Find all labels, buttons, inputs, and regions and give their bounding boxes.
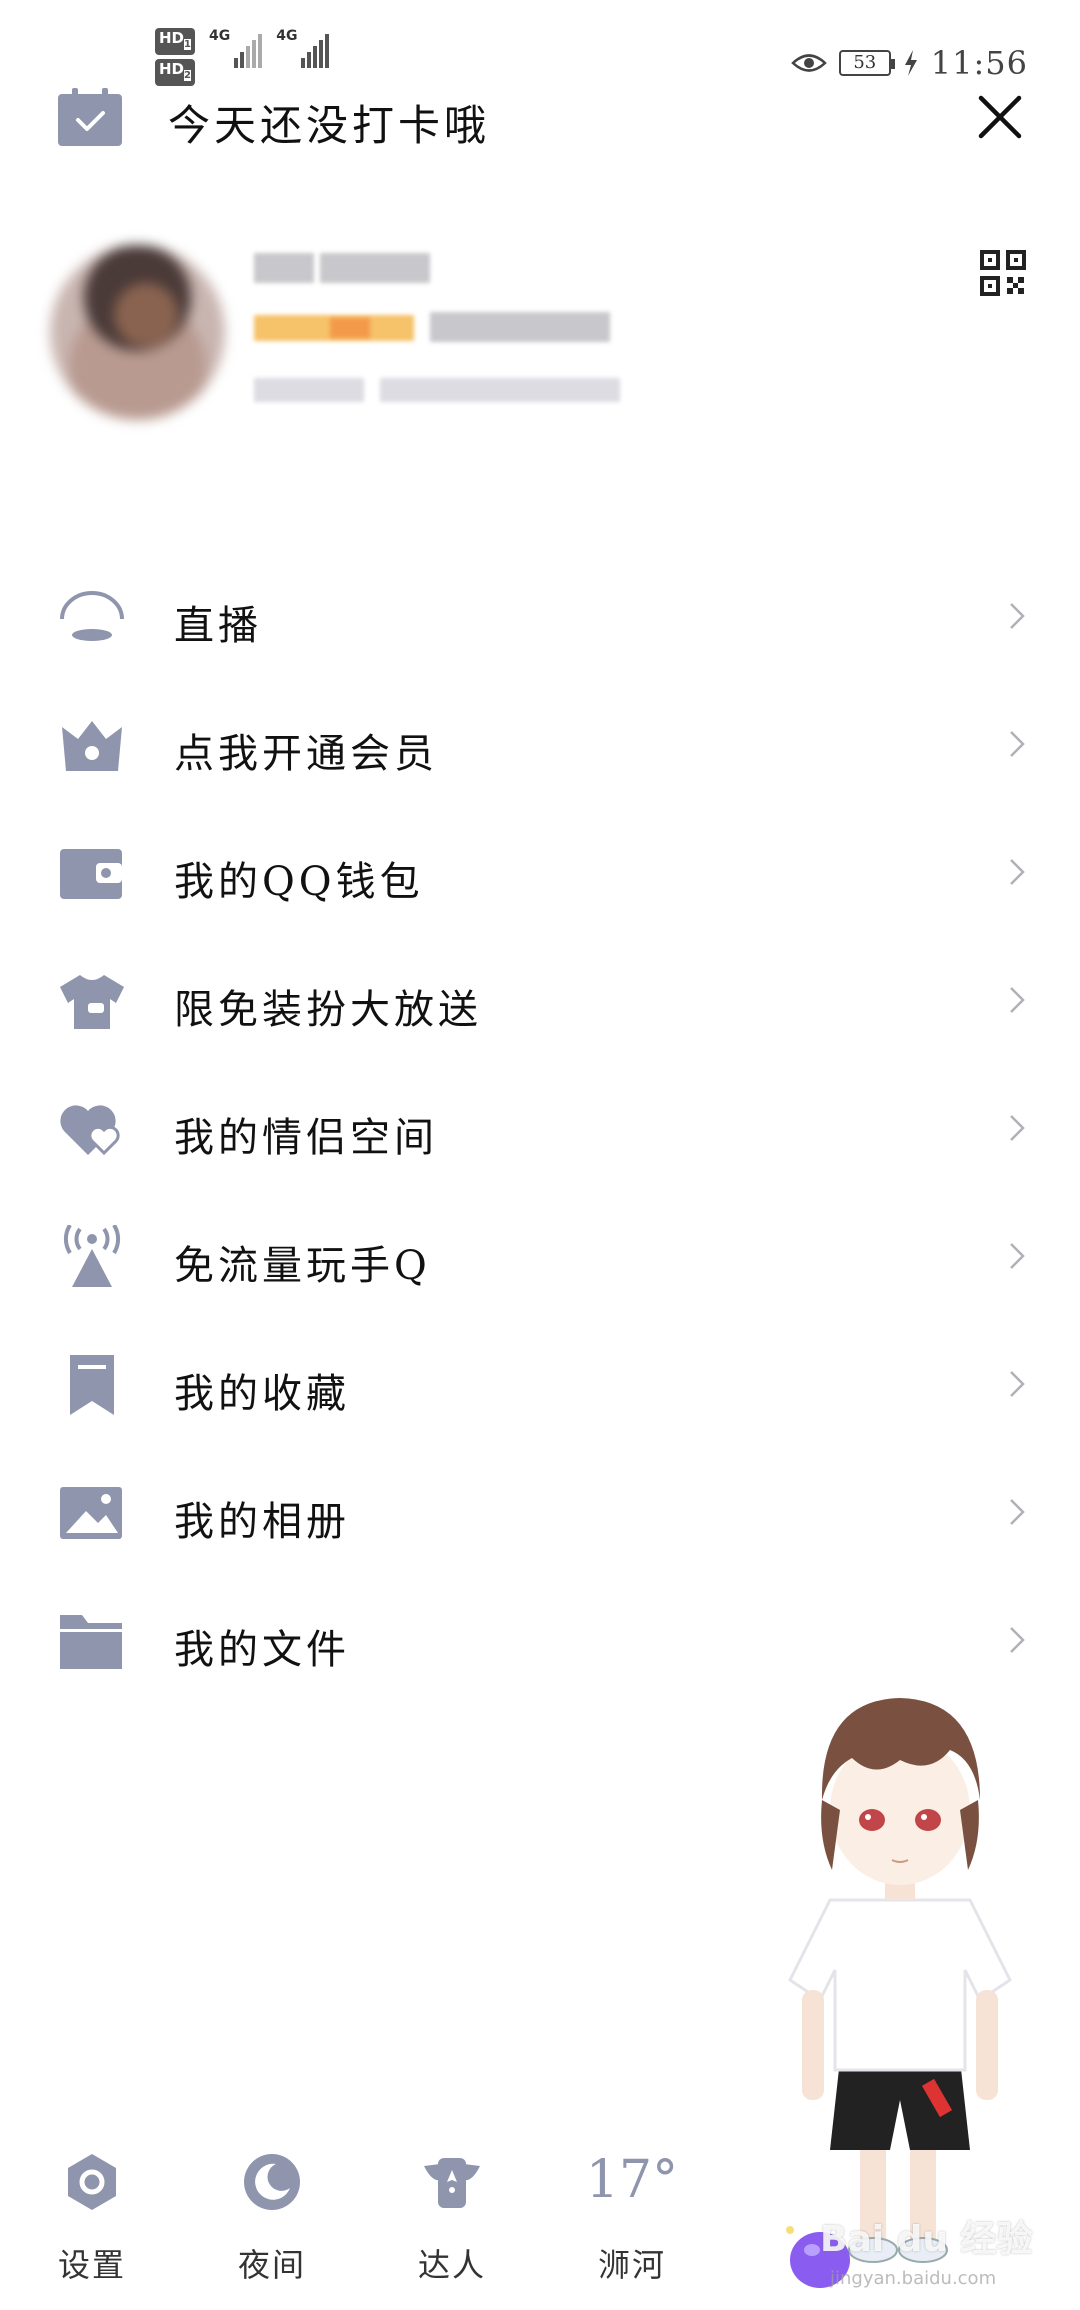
chevron-right-icon xyxy=(1010,1371,1025,1397)
close-icon[interactable] xyxy=(975,92,1025,142)
bookmark-icon xyxy=(70,1355,114,1415)
battery-icon: 53 xyxy=(838,50,895,76)
crown-icon xyxy=(62,721,122,771)
signal-tower-icon xyxy=(63,1225,121,1287)
menu-item-free-data[interactable]: 免流量玩手Q xyxy=(0,1193,1080,1321)
image-icon xyxy=(60,1487,122,1539)
chevron-right-icon xyxy=(1010,859,1025,885)
avatar[interactable] xyxy=(50,245,225,420)
wallet-icon xyxy=(60,849,122,899)
chevron-right-icon xyxy=(1010,987,1025,1013)
baidu-watermark-url: jingyan.baidu.com xyxy=(830,2268,997,2289)
baidu-watermark: Bai du 经验 xyxy=(820,2219,1033,2260)
talent-button[interactable]: 达人 xyxy=(392,2130,512,2310)
hd-badge-2: HD2 xyxy=(155,59,195,86)
charging-icon xyxy=(904,50,917,76)
eye-comfort-icon xyxy=(790,54,827,72)
chevron-right-icon xyxy=(1010,1499,1025,1525)
hearts-icon xyxy=(60,1105,120,1156)
weather-temperature: 17° xyxy=(585,2150,679,2210)
signal-group: HD1 HD2 4G 4G xyxy=(155,28,330,86)
winged-badge-icon xyxy=(424,2158,480,2208)
chevron-right-icon xyxy=(1010,603,1025,629)
chevron-right-icon xyxy=(1010,1627,1025,1653)
clock: 11:56 xyxy=(930,44,1028,82)
settings-icon xyxy=(68,2154,116,2210)
menu-item-wallet[interactable]: 我的QQ钱包 xyxy=(0,809,1080,937)
tshirt-icon xyxy=(60,975,124,1029)
night-mode-button[interactable]: 夜间 xyxy=(212,2130,332,2310)
menu-item-live[interactable]: 直播 xyxy=(0,553,1080,681)
weather-button[interactable]: 17° 浉河 xyxy=(572,2130,692,2310)
chevron-right-icon xyxy=(1010,1115,1025,1141)
menu-item-favorites[interactable]: 我的收藏 xyxy=(0,1321,1080,1449)
checkin-prompt[interactable]: 今天还没打卡哦 xyxy=(168,92,490,153)
signal-icon-sim1: 4G xyxy=(209,28,263,68)
chevron-right-icon xyxy=(1010,1243,1025,1269)
weather-city: 浉河 xyxy=(597,2246,666,2284)
signal-icon-sim2: 4G xyxy=(276,28,330,68)
settings-button[interactable]: 设置 xyxy=(32,2130,152,2310)
live-icon xyxy=(60,591,124,641)
status-bar: HD1 HD2 4G 4G 53 11:56 xyxy=(0,0,1080,90)
menu-item-album[interactable]: 我的相册 xyxy=(0,1449,1080,1577)
status-right: 53 11:56 xyxy=(790,44,1028,82)
chevron-right-icon xyxy=(1010,731,1025,757)
moon-icon xyxy=(244,2154,300,2210)
folder-icon xyxy=(60,1615,122,1669)
hd-badges: HD1 HD2 xyxy=(155,28,195,86)
menu-item-vip[interactable]: 点我开通会员 xyxy=(0,681,1080,809)
menu-item-couple-space[interactable]: 我的情侣空间 xyxy=(0,1065,1080,1193)
hd-badge-1: HD1 xyxy=(155,28,195,55)
menu-item-dressup[interactable]: 限免装扮大放送 xyxy=(0,937,1080,1065)
qr-code-icon[interactable] xyxy=(980,250,1026,296)
calendar-check-icon[interactable] xyxy=(58,88,122,146)
